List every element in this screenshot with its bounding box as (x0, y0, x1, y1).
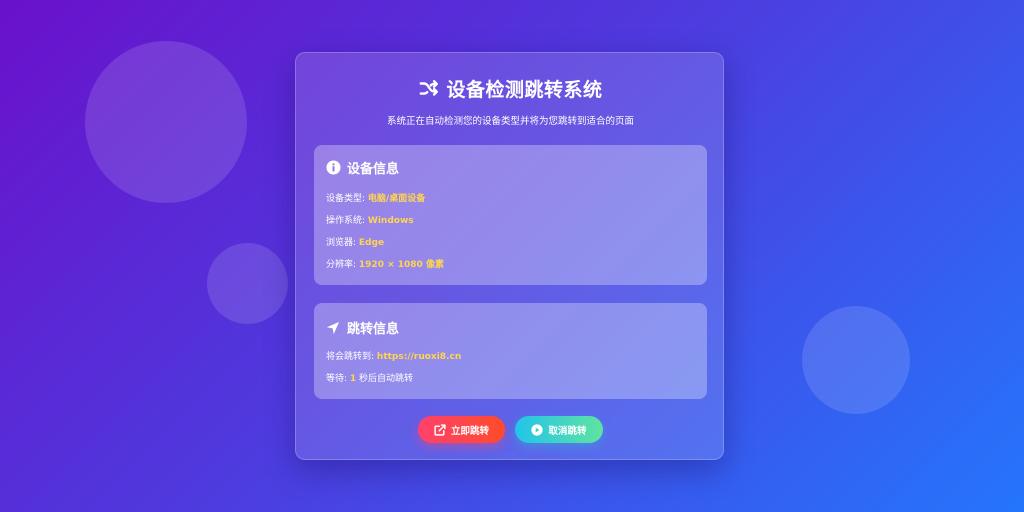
wait-row: 等待: 1 秒后自动跳转 (326, 371, 413, 384)
cancel-redirect-button[interactable]: 取消跳转 (515, 416, 603, 443)
device-info-heading: 设备信息 (326, 158, 399, 177)
resolution-label: 分辨率: (326, 260, 359, 270)
redirect-info-panel: 跳转信息 将会跳转到: https://ruoxi8.cn 等待: 1 秒后自动… (314, 303, 707, 399)
redirect-target-url[interactable]: https://ruoxi8.cn (377, 352, 461, 362)
browser-value: Edge (358, 238, 385, 248)
redirect-now-label: 立即跳转 (450, 425, 489, 437)
decorative-bubble (802, 306, 910, 414)
resolution-value: 1920 × 1080 像素 (358, 260, 444, 270)
page-background: 设备检测跳转系统 系统正在自动检测您的设备类型并将为您跳转到适合的页面 设备信息… (0, 0, 1024, 512)
cancel-redirect-label: 取消跳转 (548, 425, 587, 437)
wait-suffix: 秒后自动跳转 (356, 374, 414, 384)
device-type-row: 设备类型: 电脑/桌面设备 (326, 191, 425, 204)
redirect-target-label: 将会跳转到: (326, 352, 377, 362)
redirect-card: 设备检测跳转系统 系统正在自动检测您的设备类型并将为您跳转到适合的页面 设备信息… (295, 52, 724, 460)
location-arrow-icon (326, 320, 341, 335)
os-row: 操作系统: Windows (326, 213, 414, 226)
device-type-label: 设备类型: (326, 194, 368, 204)
play-circle-icon (531, 423, 544, 436)
title-text: 设备检测跳转系统 (446, 79, 603, 101)
device-info-title: 设备信息 (347, 162, 400, 177)
device-info-panel: 设备信息 设备类型: 电脑/桌面设备 操作系统: Windows 浏览器: Ed… (314, 145, 707, 285)
subtitle: 系统正在自动检测您的设备类型并将为您跳转到适合的页面 (386, 116, 634, 127)
redirect-target-row: 将会跳转到: https://ruoxi8.cn (326, 349, 461, 362)
shuffle-icon (418, 78, 440, 100)
redirect-info-heading: 跳转信息 (326, 318, 399, 337)
redirect-info-title: 跳转信息 (347, 322, 400, 337)
redirect-now-button[interactable]: 立即跳转 (418, 416, 505, 443)
os-value: Windows (367, 216, 414, 226)
device-type-value: 电脑/桌面设备 (367, 194, 426, 204)
wait-label: 等待: (326, 374, 350, 384)
decorative-bubble (207, 243, 288, 324)
browser-row: 浏览器: Edge (326, 235, 384, 248)
page-title: 设备检测跳转系统 (296, 75, 725, 102)
decorative-bubble (85, 41, 247, 203)
os-label: 操作系统: (326, 216, 368, 226)
browser-label: 浏览器: (326, 238, 359, 248)
info-circle-icon (326, 160, 341, 175)
resolution-row: 分辨率: 1920 × 1080 像素 (326, 257, 444, 270)
external-link-icon (434, 423, 446, 436)
